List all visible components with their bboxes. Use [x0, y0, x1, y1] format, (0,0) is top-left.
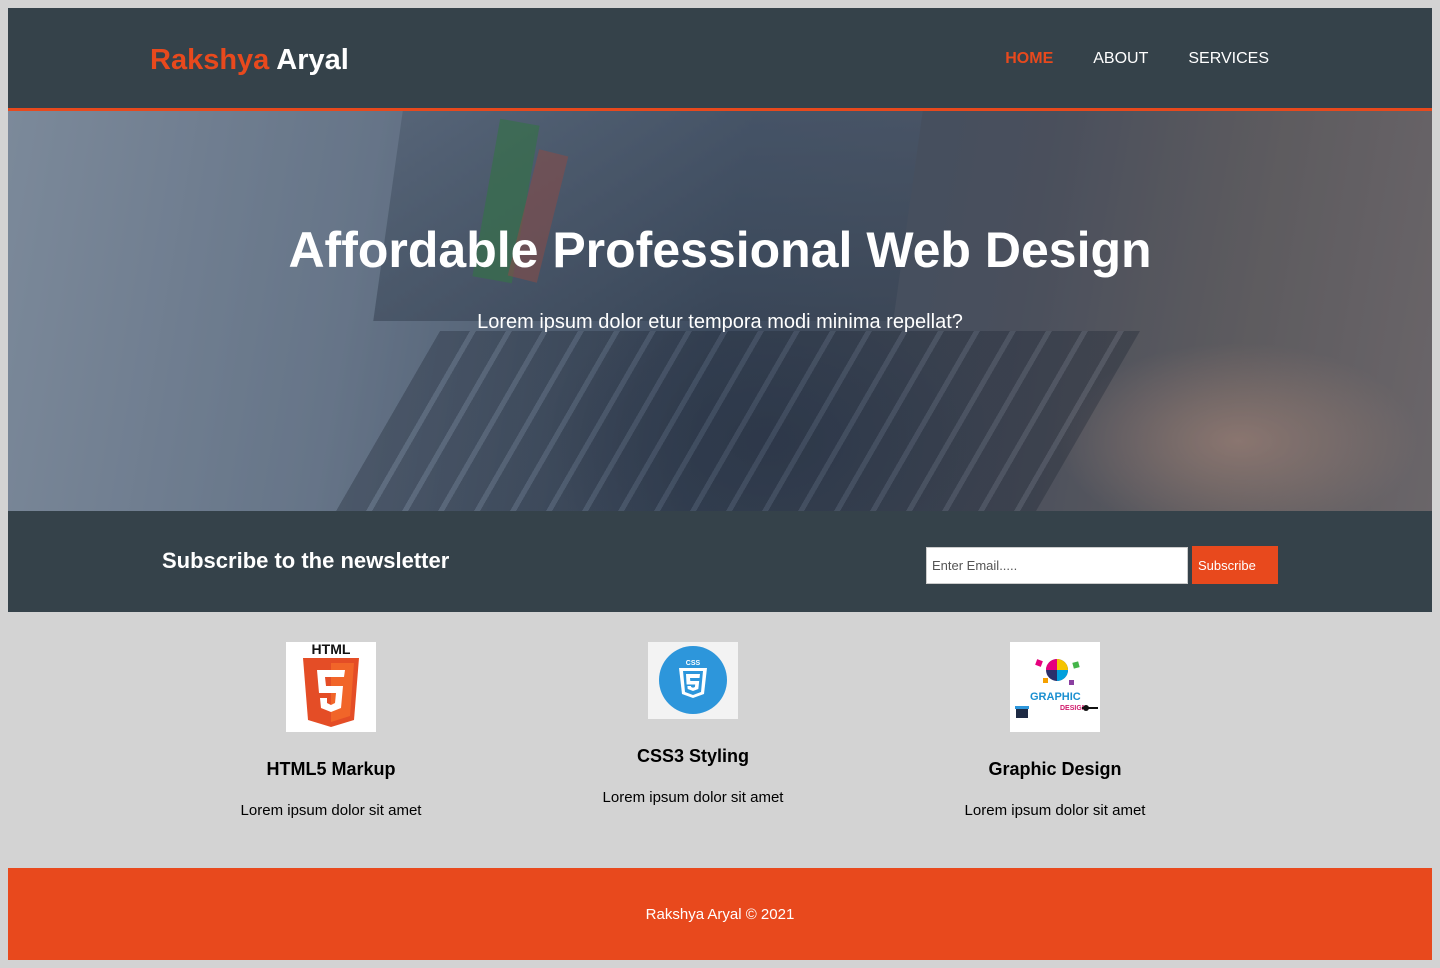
html5-logo-icon: HTML: [286, 641, 376, 732]
logo-highlight: Rakshya: [150, 44, 270, 76]
graphic-logo-text: GRAPHIC: [1030, 691, 1081, 703]
svg-text:HTML: HTML: [312, 642, 351, 657]
showcase-hero: Affordable Professional Web Design Lorem…: [8, 111, 1432, 511]
nav-home-link[interactable]: HOME: [1005, 50, 1053, 68]
site-header: Rakshya Aryal HOME ABOUT SERVICES: [8, 8, 1432, 111]
css3-logo-icon: CSS: [648, 642, 738, 719]
service-box-css3: CSS CSS3 Styling Lorem ipsum dolor sit a…: [543, 642, 843, 806]
service-text: Lorem ipsum dolor sit amet: [240, 802, 422, 819]
logo-rest: Aryal: [276, 44, 349, 76]
nav-about-link[interactable]: ABOUT: [1093, 50, 1148, 68]
email-input[interactable]: [926, 547, 1188, 584]
page: Rakshya Aryal HOME ABOUT SERVICES Afford…: [8, 8, 1432, 960]
site-logo[interactable]: Rakshya Aryal: [150, 44, 349, 77]
site-footer: Rakshya Aryal © 2021: [8, 868, 1432, 960]
service-title: HTML5 Markup: [266, 759, 396, 779]
newsletter-section: Subscribe to the newsletter Subscribe: [8, 511, 1432, 612]
hero-title: Affordable Professional Web Design: [288, 222, 1152, 278]
service-text: Lorem ipsum dolor sit amet: [602, 789, 784, 806]
service-text: Lorem ipsum dolor sit amet: [964, 802, 1146, 819]
service-title: Graphic Design: [988, 759, 1122, 779]
subscribe-button[interactable]: Subscribe: [1192, 546, 1278, 584]
nav-services-link[interactable]: SERVICES: [1188, 50, 1269, 68]
svg-text:CSS: CSS: [686, 660, 701, 667]
footer-text: Rakshya Aryal © 2021: [645, 906, 795, 923]
service-title: CSS3 Styling: [636, 746, 750, 766]
service-box-graphic-design: GRAPHIC DESIGN Graphic Design Lorem ipsu…: [905, 642, 1205, 819]
main-nav: HOME ABOUT SERVICES: [1005, 50, 1269, 68]
newsletter-heading: Subscribe to the newsletter: [162, 548, 450, 573]
hero-subtitle: Lorem ipsum dolor etur tempora modi mini…: [477, 311, 963, 333]
graphic-design-logo-icon: GRAPHIC DESIGN: [1010, 642, 1100, 732]
service-box-html5: HTML HTML5 Markup Lorem ipsum dolor sit …: [181, 641, 481, 819]
